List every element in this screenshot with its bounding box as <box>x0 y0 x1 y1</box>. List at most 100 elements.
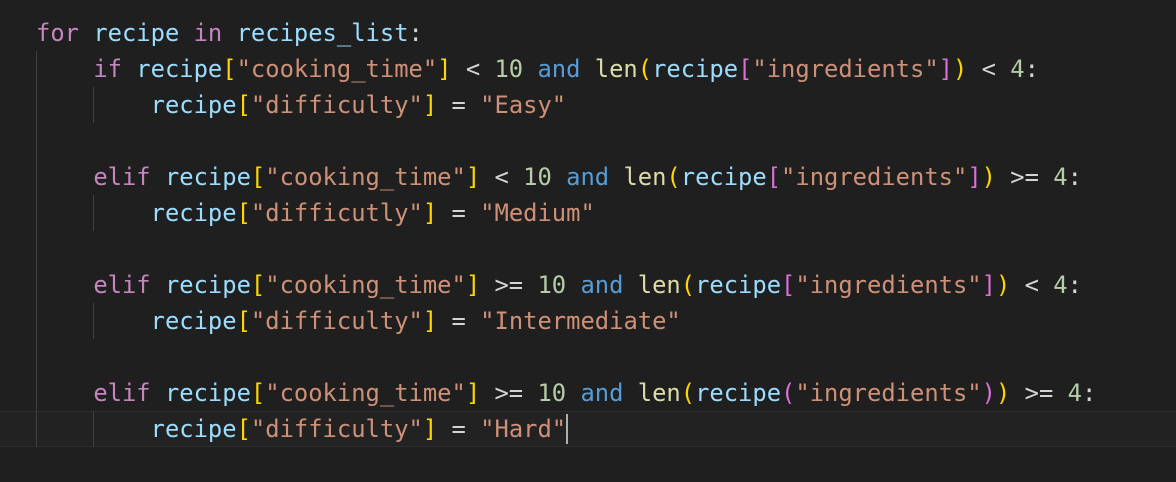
operator-token: = <box>437 199 481 227</box>
bracket-token: [ <box>250 379 266 407</box>
code-line[interactable]: for recipe in recipes_list: <box>0 15 1176 51</box>
function-token: len <box>623 163 667 191</box>
function-token: len <box>637 271 681 299</box>
string-token: "Hard" <box>480 415 567 443</box>
indent-guide <box>36 51 37 87</box>
variable-token: recipe <box>150 199 237 227</box>
code-editor[interactable]: for recipe in recipes_list: if recipe["c… <box>0 15 1176 447</box>
bracket-token: [ <box>250 163 266 191</box>
operator-token: = <box>437 307 481 335</box>
number-token: 10 <box>537 379 567 407</box>
operator-token: >= <box>480 379 538 407</box>
variable-token: recipe <box>93 19 180 47</box>
bracket-token: ] <box>981 271 996 299</box>
string-token: "Easy" <box>480 91 567 119</box>
operator-token: = <box>437 415 481 443</box>
code-line[interactable] <box>0 339 1176 375</box>
operator-token: < <box>1010 271 1054 299</box>
variable-token: recipe <box>150 415 237 443</box>
number-token: 10 <box>494 55 524 83</box>
bracket-token: ] <box>465 379 481 407</box>
variable-token: recipe <box>652 55 739 83</box>
bracket-token: ] <box>938 55 953 83</box>
code-line[interactable]: recipe["difficulty"] = "Hard" <box>0 411 1176 447</box>
bracket-token: ( <box>637 55 653 83</box>
operator-token <box>122 55 136 83</box>
operator-token: < <box>967 55 1011 83</box>
string-token: "cooking_time" <box>265 379 466 407</box>
number-token: 4 <box>1053 163 1068 191</box>
bracket-token: ] <box>422 91 438 119</box>
indent-guide <box>36 339 37 375</box>
text-cursor <box>566 414 569 444</box>
bracket-token: [ <box>781 271 796 299</box>
bracket-token: [ <box>766 163 782 191</box>
indent-guide <box>36 159 37 195</box>
indent-guide <box>36 303 37 339</box>
string-token: "Intermediate" <box>480 307 681 335</box>
indent-guide <box>93 303 94 339</box>
variable-token: recipe <box>164 379 251 407</box>
operator-token <box>79 19 93 47</box>
bracket-token: ] <box>967 163 982 191</box>
bracket-token: ] <box>465 163 481 191</box>
bracket-token: ) <box>995 271 1011 299</box>
variable-token: recipe <box>164 271 251 299</box>
variable-token: recipe <box>680 163 767 191</box>
indent-guide <box>36 87 37 123</box>
bracket-token: [ <box>236 415 251 443</box>
keyword-token: elif <box>93 271 151 299</box>
code-line[interactable]: recipe["difficulty"] = "Intermediate" <box>0 303 1176 339</box>
variable-token: recipe <box>150 307 237 335</box>
indent-guide <box>93 87 94 123</box>
variable-token: recipe <box>695 271 782 299</box>
string-token: "ingredients" <box>781 163 968 191</box>
variable-token: recipes_list <box>236 19 409 47</box>
operator-token: >= <box>480 271 538 299</box>
code-line[interactable]: if recipe["cooking_time"] < 10 and len(r… <box>0 51 1176 87</box>
string-token: "difficulty" <box>250 415 423 443</box>
operator-keyword-token: and <box>580 379 624 407</box>
indent-guide <box>36 411 37 447</box>
string-token: "difficulty" <box>250 307 423 335</box>
bracket-token: ] <box>465 271 481 299</box>
number-token: 4 <box>1053 271 1068 299</box>
variable-token: recipe <box>150 91 237 119</box>
function-token: len <box>637 379 681 407</box>
string-token: "difficutly" <box>250 199 423 227</box>
operator-token <box>623 379 637 407</box>
number-token: 4 <box>1010 55 1025 83</box>
operator-token <box>151 163 165 191</box>
operator-token <box>151 379 165 407</box>
indent-guide <box>36 267 37 303</box>
variable-token: recipe <box>164 163 251 191</box>
indent-guide <box>36 195 37 231</box>
string-token: "Medium" <box>480 199 595 227</box>
variable-token: recipe <box>136 55 223 83</box>
operator-token <box>623 271 637 299</box>
code-line[interactable]: elif recipe["cooking_time"] < 10 and len… <box>0 159 1176 195</box>
indent-guide <box>36 123 37 159</box>
bracket-token: ( <box>680 271 696 299</box>
keyword-token: elif <box>93 163 151 191</box>
operator-token <box>566 271 580 299</box>
code-line[interactable]: recipe["difficutly"] = "Medium" <box>0 195 1176 231</box>
number-token: 10 <box>523 163 552 191</box>
variable-token: recipe <box>695 379 782 407</box>
indent-guide <box>93 411 94 447</box>
code-line[interactable]: recipe["difficulty"] = "Easy" <box>0 87 1176 123</box>
code-line[interactable]: elif recipe["cooking_time"] >= 10 and le… <box>0 375 1176 411</box>
code-line[interactable] <box>0 123 1176 159</box>
operator-token <box>523 55 537 83</box>
bracket-token: [ <box>236 199 251 227</box>
code-line[interactable] <box>0 231 1176 267</box>
code-line[interactable]: elif recipe["cooking_time"] >= 10 and le… <box>0 267 1176 303</box>
bracket-token: ] <box>437 55 452 83</box>
bracket-token: [ <box>222 55 237 83</box>
bracket-token: ( <box>666 163 681 191</box>
operator-token: : <box>1081 379 1097 407</box>
bracket-token: ) <box>981 379 996 407</box>
